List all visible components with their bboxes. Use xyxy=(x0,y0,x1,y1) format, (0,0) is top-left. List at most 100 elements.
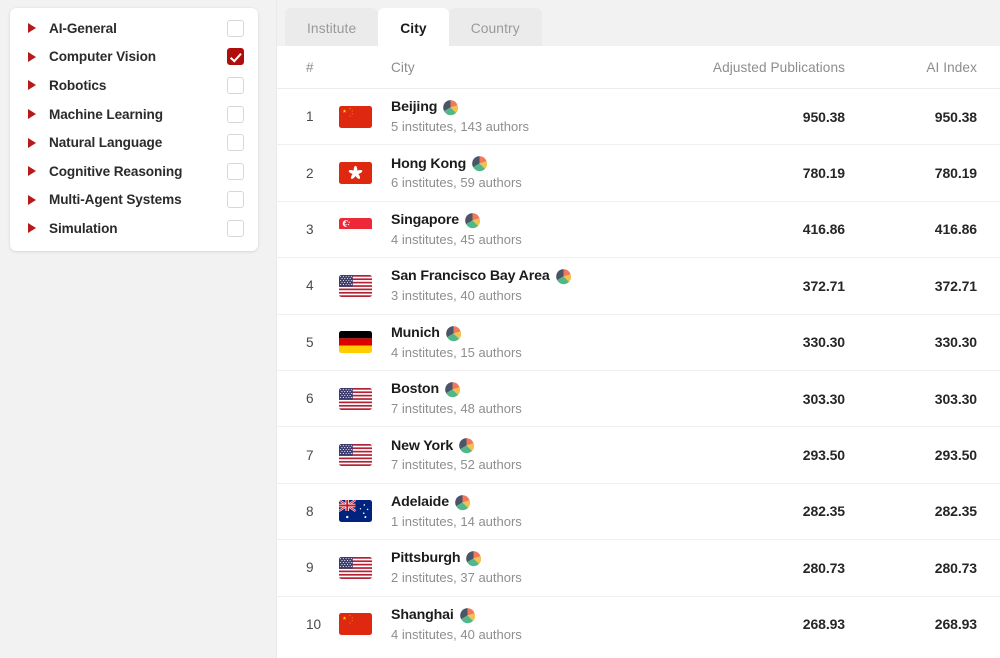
filter-item-robotics[interactable]: Robotics xyxy=(10,71,258,100)
cell-rank: 4 xyxy=(277,258,339,314)
city-name[interactable]: Pittsburgh xyxy=(391,550,460,567)
filter-item-natural-language[interactable]: Natural Language xyxy=(10,128,258,157)
filter-checkbox[interactable] xyxy=(227,77,244,94)
table-row[interactable]: 4 xyxy=(277,258,1000,314)
table-head: # City Adjusted Publications AI Index xyxy=(277,46,1000,89)
triangle-right-icon[interactable] xyxy=(28,80,36,90)
filter-item-cognitive-reasoning[interactable]: Cognitive Reasoning xyxy=(10,157,258,186)
filter-checkbox[interactable] xyxy=(227,20,244,37)
cell-city: Boston 7 institutes, 48 authors xyxy=(391,370,677,426)
city-subtitle: 4 institutes, 45 authors xyxy=(391,232,677,247)
filter-checkbox[interactable] xyxy=(227,191,244,208)
cell-rank: 5 xyxy=(277,314,339,370)
cell-flag xyxy=(339,483,391,539)
triangle-right-icon[interactable] xyxy=(28,223,36,233)
city-name[interactable]: Shanghai xyxy=(391,607,454,624)
cell-rank: 8 xyxy=(277,483,339,539)
city-name[interactable]: Munich xyxy=(391,325,440,342)
city-subtitle: 4 institutes, 15 authors xyxy=(391,345,677,360)
triangle-right-icon[interactable] xyxy=(28,195,36,205)
triangle-right-icon[interactable] xyxy=(28,138,36,148)
tab-institute[interactable]: Institute xyxy=(285,8,378,48)
pie-chart-icon[interactable] xyxy=(464,212,481,229)
app-root: AI-GeneralComputer VisionRobotics Machine… xyxy=(0,0,1000,658)
cell-flag xyxy=(339,596,391,652)
filter-checkbox[interactable] xyxy=(227,48,244,65)
pie-chart-icon[interactable] xyxy=(445,325,462,342)
pie-chart-icon[interactable] xyxy=(454,494,471,511)
triangle-right-icon[interactable] xyxy=(28,166,36,176)
filter-item-machine-learning[interactable]: Machine Learning xyxy=(10,100,258,129)
cell-city: Munich 4 institutes, 15 authors xyxy=(391,314,677,370)
sidebar: AI-GeneralComputer VisionRobotics Machine… xyxy=(0,0,276,658)
filter-checkbox[interactable] xyxy=(227,220,244,237)
filter-item-multi-agent-systems[interactable]: Multi-Agent Systems xyxy=(10,186,258,215)
cell-ai-index: 416.86 xyxy=(867,201,1000,257)
pie-chart-icon[interactable] xyxy=(555,268,572,285)
cell-city: San Francisco Bay Area 3 institutes, 40 … xyxy=(391,258,677,314)
cell-flag xyxy=(339,370,391,426)
tab-country[interactable]: Country xyxy=(449,8,542,48)
table-row[interactable]: 8 Adelaide xyxy=(277,483,1000,539)
cell-publications: 372.71 xyxy=(677,258,867,314)
cell-city: Singapore 4 institutes, 45 authors xyxy=(391,201,677,257)
pie-chart-icon[interactable] xyxy=(458,437,475,454)
city-name[interactable]: San Francisco Bay Area xyxy=(391,268,550,285)
filter-checkbox[interactable] xyxy=(227,106,244,123)
city-name[interactable]: New York xyxy=(391,438,453,455)
column-header-ai-index[interactable]: AI Index xyxy=(867,46,1000,89)
cell-ai-index: 330.30 xyxy=(867,314,1000,370)
city-name[interactable]: Singapore xyxy=(391,212,459,229)
table-row[interactable]: 6 xyxy=(277,370,1000,426)
city-subtitle: 5 institutes, 143 authors xyxy=(391,119,677,134)
cell-ai-index: 780.19 xyxy=(867,145,1000,201)
cell-publications: 330.30 xyxy=(677,314,867,370)
filter-item-computer-vision[interactable]: Computer Vision xyxy=(10,43,258,72)
triangle-right-icon[interactable] xyxy=(28,109,36,119)
column-header-rank[interactable]: # xyxy=(277,46,339,89)
column-header-flag xyxy=(339,46,391,89)
table-row[interactable]: 5 Munich 4 institutes, 15 authors330.303… xyxy=(277,314,1000,370)
table-row[interactable]: 9 xyxy=(277,540,1000,596)
table-row[interactable]: 1 Beijing 5 institutes, 143 authors950.3… xyxy=(277,89,1000,145)
city-name[interactable]: Beijing xyxy=(391,99,437,116)
tab-city[interactable]: City xyxy=(378,8,448,48)
city-name[interactable]: Hong Kong xyxy=(391,156,466,173)
city-name[interactable]: Adelaide xyxy=(391,494,449,511)
triangle-right-icon[interactable] xyxy=(28,52,36,62)
city-name[interactable]: Boston xyxy=(391,381,439,398)
cell-city: Pittsburgh 2 institutes, 37 authors xyxy=(391,540,677,596)
filter-item-label: Multi-Agent Systems xyxy=(49,192,227,207)
cell-ai-index: 303.30 xyxy=(867,370,1000,426)
ranking-table: # City Adjusted Publications AI Index 1 xyxy=(277,46,1000,652)
city-subtitle: 6 institutes, 59 authors xyxy=(391,175,677,190)
tab-bar: InstituteCityCountry xyxy=(285,6,542,48)
flag-icon-us xyxy=(339,444,372,466)
filter-item-label: Cognitive Reasoning xyxy=(49,164,227,179)
pie-chart-icon[interactable] xyxy=(444,381,461,398)
table-row[interactable]: 2 Hong Kong 6 institutes, 59 authors780.… xyxy=(277,145,1000,201)
cell-ai-index: 293.50 xyxy=(867,427,1000,483)
cell-city: Beijing 5 institutes, 143 authors xyxy=(391,89,677,145)
pie-chart-icon[interactable] xyxy=(442,99,459,116)
flag-icon-us xyxy=(339,388,372,410)
filter-item-simulation[interactable]: Simulation xyxy=(10,214,258,243)
table-row[interactable]: 3 Singapore 4 institutes, 45 authors416.… xyxy=(277,201,1000,257)
cell-publications: 416.86 xyxy=(677,201,867,257)
pie-chart-icon[interactable] xyxy=(459,607,476,624)
column-header-city[interactable]: City xyxy=(391,46,677,89)
filter-checkbox[interactable] xyxy=(227,134,244,151)
cell-flag xyxy=(339,89,391,145)
table-row[interactable]: 7 xyxy=(277,427,1000,483)
pie-chart-icon[interactable] xyxy=(471,155,488,172)
triangle-right-icon[interactable] xyxy=(28,23,36,33)
cell-publications: 303.30 xyxy=(677,370,867,426)
column-header-publications[interactable]: Adjusted Publications xyxy=(677,46,867,89)
filter-item-ai-general[interactable]: AI-General xyxy=(10,14,258,43)
table-row[interactable]: 10 Shanghai 4 institutes, 40 authors268.… xyxy=(277,596,1000,652)
filter-checkbox[interactable] xyxy=(227,163,244,180)
cell-publications: 268.93 xyxy=(677,596,867,652)
pie-chart-icon[interactable] xyxy=(465,550,482,567)
city-subtitle: 7 institutes, 48 authors xyxy=(391,401,677,416)
filter-item-label: Machine Learning xyxy=(49,107,227,122)
